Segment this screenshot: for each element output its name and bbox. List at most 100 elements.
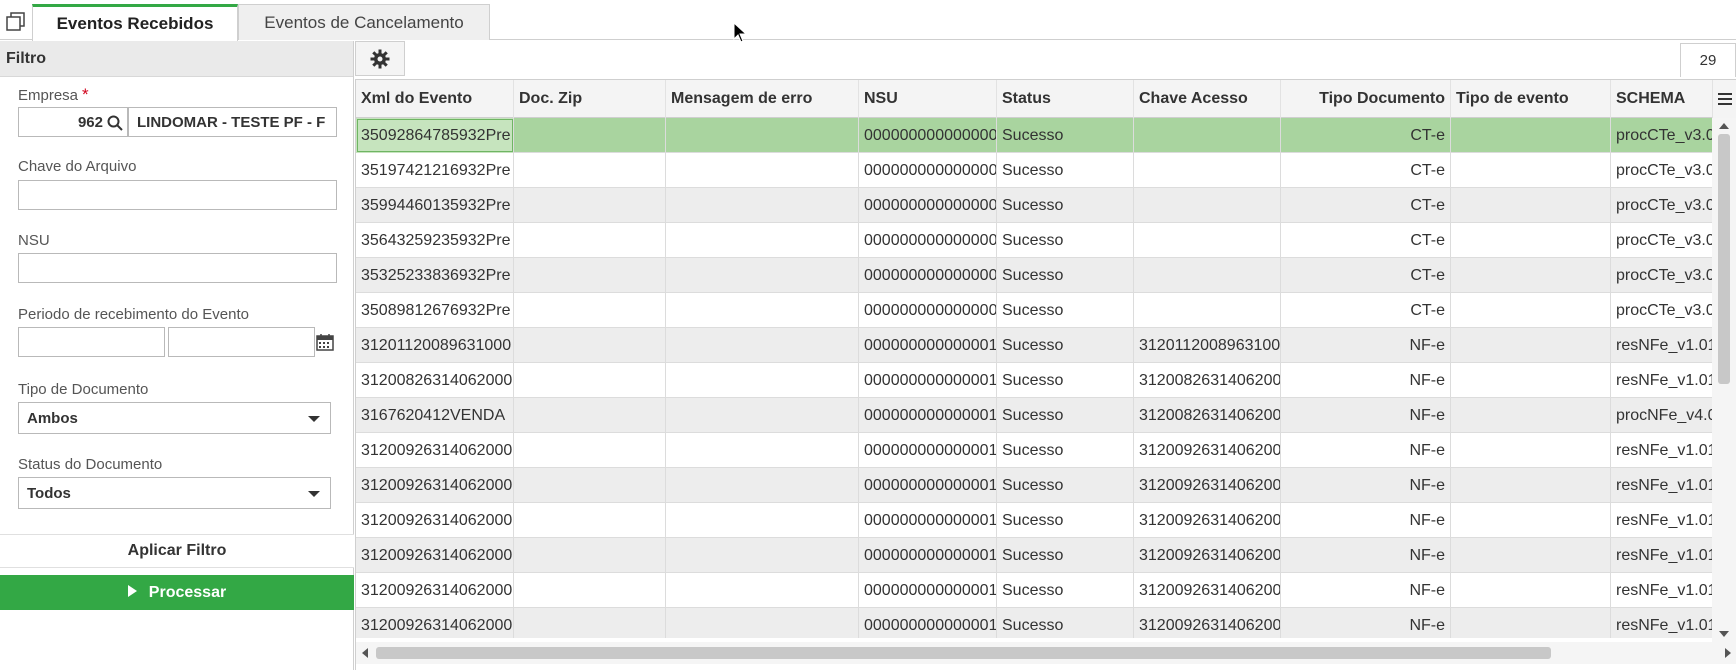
cell-status[interactable]: Sucesso	[997, 328, 1134, 363]
cell-doc-zip[interactable]	[514, 258, 666, 293]
cell-tipo-documento[interactable]: NF-e	[1281, 538, 1451, 573]
cell-xml-evento[interactable]: 35092864785932Pre	[356, 118, 514, 153]
column-header-xml-evento[interactable]: Xml do Evento	[356, 80, 514, 118]
cell-nsu[interactable]: 00000000000000110	[859, 573, 997, 608]
cell-xml-evento[interactable]: 31200926314062000	[356, 573, 514, 608]
cell-tipo-documento[interactable]: NF-e	[1281, 468, 1451, 503]
cell-doc-zip[interactable]	[514, 188, 666, 223]
cell-schema[interactable]: procCTe_v3.0	[1611, 118, 1713, 153]
table-row[interactable]: 35994460135932Pre 00000000000000009Sucess…	[356, 188, 1713, 223]
cell-nsu[interactable]: 00000000000000107	[859, 468, 997, 503]
table-row[interactable]: 31200926314062000 00000000000000107Sucess…	[356, 468, 1713, 503]
cell-nsu[interactable]: 00000000000000012	[859, 293, 997, 328]
cell-chave-acesso[interactable]	[1134, 188, 1281, 223]
vertical-scrollbar[interactable]	[1712, 118, 1736, 642]
cell-mensagem-erro[interactable]	[666, 258, 859, 293]
cell-xml-evento[interactable]: 35994460135932Pre	[356, 188, 514, 223]
column-header-schema[interactable]: SCHEMA	[1611, 80, 1713, 118]
cell-xml-evento[interactable]: 31201120089631000	[356, 328, 514, 363]
table-row[interactable]: 35325233836932Pre 00000000000000011Sucess…	[356, 258, 1713, 293]
cell-tipo-documento[interactable]: CT-e	[1281, 118, 1451, 153]
cell-tipo-documento[interactable]: NF-e	[1281, 328, 1451, 363]
cell-schema[interactable]: resNFe_v1.01	[1611, 608, 1713, 638]
cell-nsu[interactable]: 00000000000000010	[859, 223, 997, 258]
cell-status[interactable]: Sucesso	[997, 573, 1134, 608]
cell-status[interactable]: Sucesso	[997, 433, 1134, 468]
empresa-name-field[interactable]: LINDOMAR - TESTE PF - F	[128, 107, 337, 137]
cell-mensagem-erro[interactable]	[666, 223, 859, 258]
cell-schema[interactable]: procCTe_v3.0	[1611, 258, 1713, 293]
cell-status[interactable]: Sucesso	[997, 188, 1134, 223]
cell-mensagem-erro[interactable]	[666, 153, 859, 188]
cell-nsu[interactable]: 00000000000000009	[859, 188, 997, 223]
periodo-inicio-input[interactable]	[18, 327, 165, 357]
cell-xml-evento[interactable]: 35325233836932Pre	[356, 258, 514, 293]
cell-tipo-evento[interactable]	[1451, 118, 1611, 153]
cell-schema[interactable]: procCTe_v3.0	[1611, 223, 1713, 258]
cell-schema[interactable]: procNFe_v4.0	[1611, 398, 1713, 433]
cell-doc-zip[interactable]	[514, 398, 666, 433]
column-header-mensagem-erro[interactable]: Mensagem de erro	[666, 80, 859, 118]
cell-xml-evento[interactable]: 35089812676932Pre	[356, 293, 514, 328]
cell-mensagem-erro[interactable]	[666, 538, 859, 573]
cell-doc-zip[interactable]	[514, 363, 666, 398]
cell-chave-acesso[interactable]: 31200926314062000	[1134, 433, 1281, 468]
search-icon[interactable]	[107, 115, 123, 131]
cell-doc-zip[interactable]	[514, 118, 666, 153]
cell-mensagem-erro[interactable]	[666, 398, 859, 433]
cell-chave-acesso[interactable]: 31200926314062000	[1134, 468, 1281, 503]
cell-mensagem-erro[interactable]	[666, 468, 859, 503]
column-header-tipo-evento[interactable]: Tipo de evento	[1451, 80, 1611, 118]
horizontal-scrollbar[interactable]	[356, 642, 1736, 664]
empresa-code-field[interactable]: 962	[18, 107, 128, 137]
cell-xml-evento[interactable]: 31200926314062000	[356, 468, 514, 503]
cell-schema[interactable]: resNFe_v1.01	[1611, 468, 1713, 503]
cell-tipo-evento[interactable]	[1451, 468, 1611, 503]
window-restore-icon[interactable]	[6, 12, 26, 32]
column-header-nsu[interactable]: NSU	[859, 80, 997, 118]
cell-status[interactable]: Sucesso	[997, 608, 1134, 638]
processar-button[interactable]: Processar	[0, 575, 354, 610]
calendar-icon[interactable]	[316, 333, 334, 351]
cell-chave-acesso[interactable]: 31200926314062000	[1134, 573, 1281, 608]
cell-schema[interactable]: resNFe_v1.01	[1611, 503, 1713, 538]
cell-tipo-evento[interactable]	[1451, 363, 1611, 398]
cell-doc-zip[interactable]	[514, 223, 666, 258]
cell-mensagem-erro[interactable]	[666, 328, 859, 363]
cell-schema[interactable]: resNFe_v1.01	[1611, 363, 1713, 398]
tab-eventos-cancelamento[interactable]: Eventos de Cancelamento	[238, 4, 490, 40]
cell-nsu[interactable]: 00000000000000109	[859, 538, 997, 573]
cell-nsu[interactable]: 00000000000000007	[859, 118, 997, 153]
cell-nsu[interactable]: 00000000000000106	[859, 433, 997, 468]
cell-tipo-documento[interactable]: CT-e	[1281, 258, 1451, 293]
table-row[interactable]: 35089812676932Pre 00000000000000012Sucess…	[356, 293, 1713, 328]
cell-doc-zip[interactable]	[514, 573, 666, 608]
tab-eventos-recebidos[interactable]: Eventos Recebidos	[32, 4, 238, 41]
cell-tipo-evento[interactable]	[1451, 608, 1611, 638]
cell-chave-acesso[interactable]	[1134, 223, 1281, 258]
cell-tipo-documento[interactable]: CT-e	[1281, 223, 1451, 258]
cell-status[interactable]: Sucesso	[997, 153, 1134, 188]
cell-schema[interactable]: procCTe_v3.0	[1611, 293, 1713, 328]
cell-tipo-documento[interactable]: NF-e	[1281, 608, 1451, 638]
table-row[interactable]: 35092864785932Pre 00000000000000007Sucess…	[356, 118, 1713, 153]
cell-tipo-documento[interactable]: NF-e	[1281, 433, 1451, 468]
table-row[interactable]: 35643259235932Pre 00000000000000010Sucess…	[356, 223, 1713, 258]
cell-xml-evento[interactable]: 35643259235932Pre	[356, 223, 514, 258]
cell-doc-zip[interactable]	[514, 433, 666, 468]
column-header-doc-zip[interactable]: Doc. Zip	[514, 80, 666, 118]
cell-tipo-evento[interactable]	[1451, 293, 1611, 328]
cell-tipo-documento[interactable]: CT-e	[1281, 188, 1451, 223]
cell-schema[interactable]: procCTe_v3.0	[1611, 153, 1713, 188]
table-row[interactable]: 35197421216932Pre 00000000000000008Sucess…	[356, 153, 1713, 188]
cell-xml-evento[interactable]: 3167620412VENDA	[356, 398, 514, 433]
status-documento-select[interactable]: Todos	[18, 477, 331, 509]
cell-status[interactable]: Sucesso	[997, 118, 1134, 153]
cell-xml-evento[interactable]: 31200826314062000	[356, 363, 514, 398]
table-row[interactable]: 31200926314062000 00000000000000111Sucess…	[356, 608, 1713, 638]
cell-nsu[interactable]: 00000000000000108	[859, 503, 997, 538]
cell-doc-zip[interactable]	[514, 293, 666, 328]
cell-status[interactable]: Sucesso	[997, 503, 1134, 538]
cell-chave-acesso[interactable]	[1134, 153, 1281, 188]
cell-status[interactable]: Sucesso	[997, 398, 1134, 433]
